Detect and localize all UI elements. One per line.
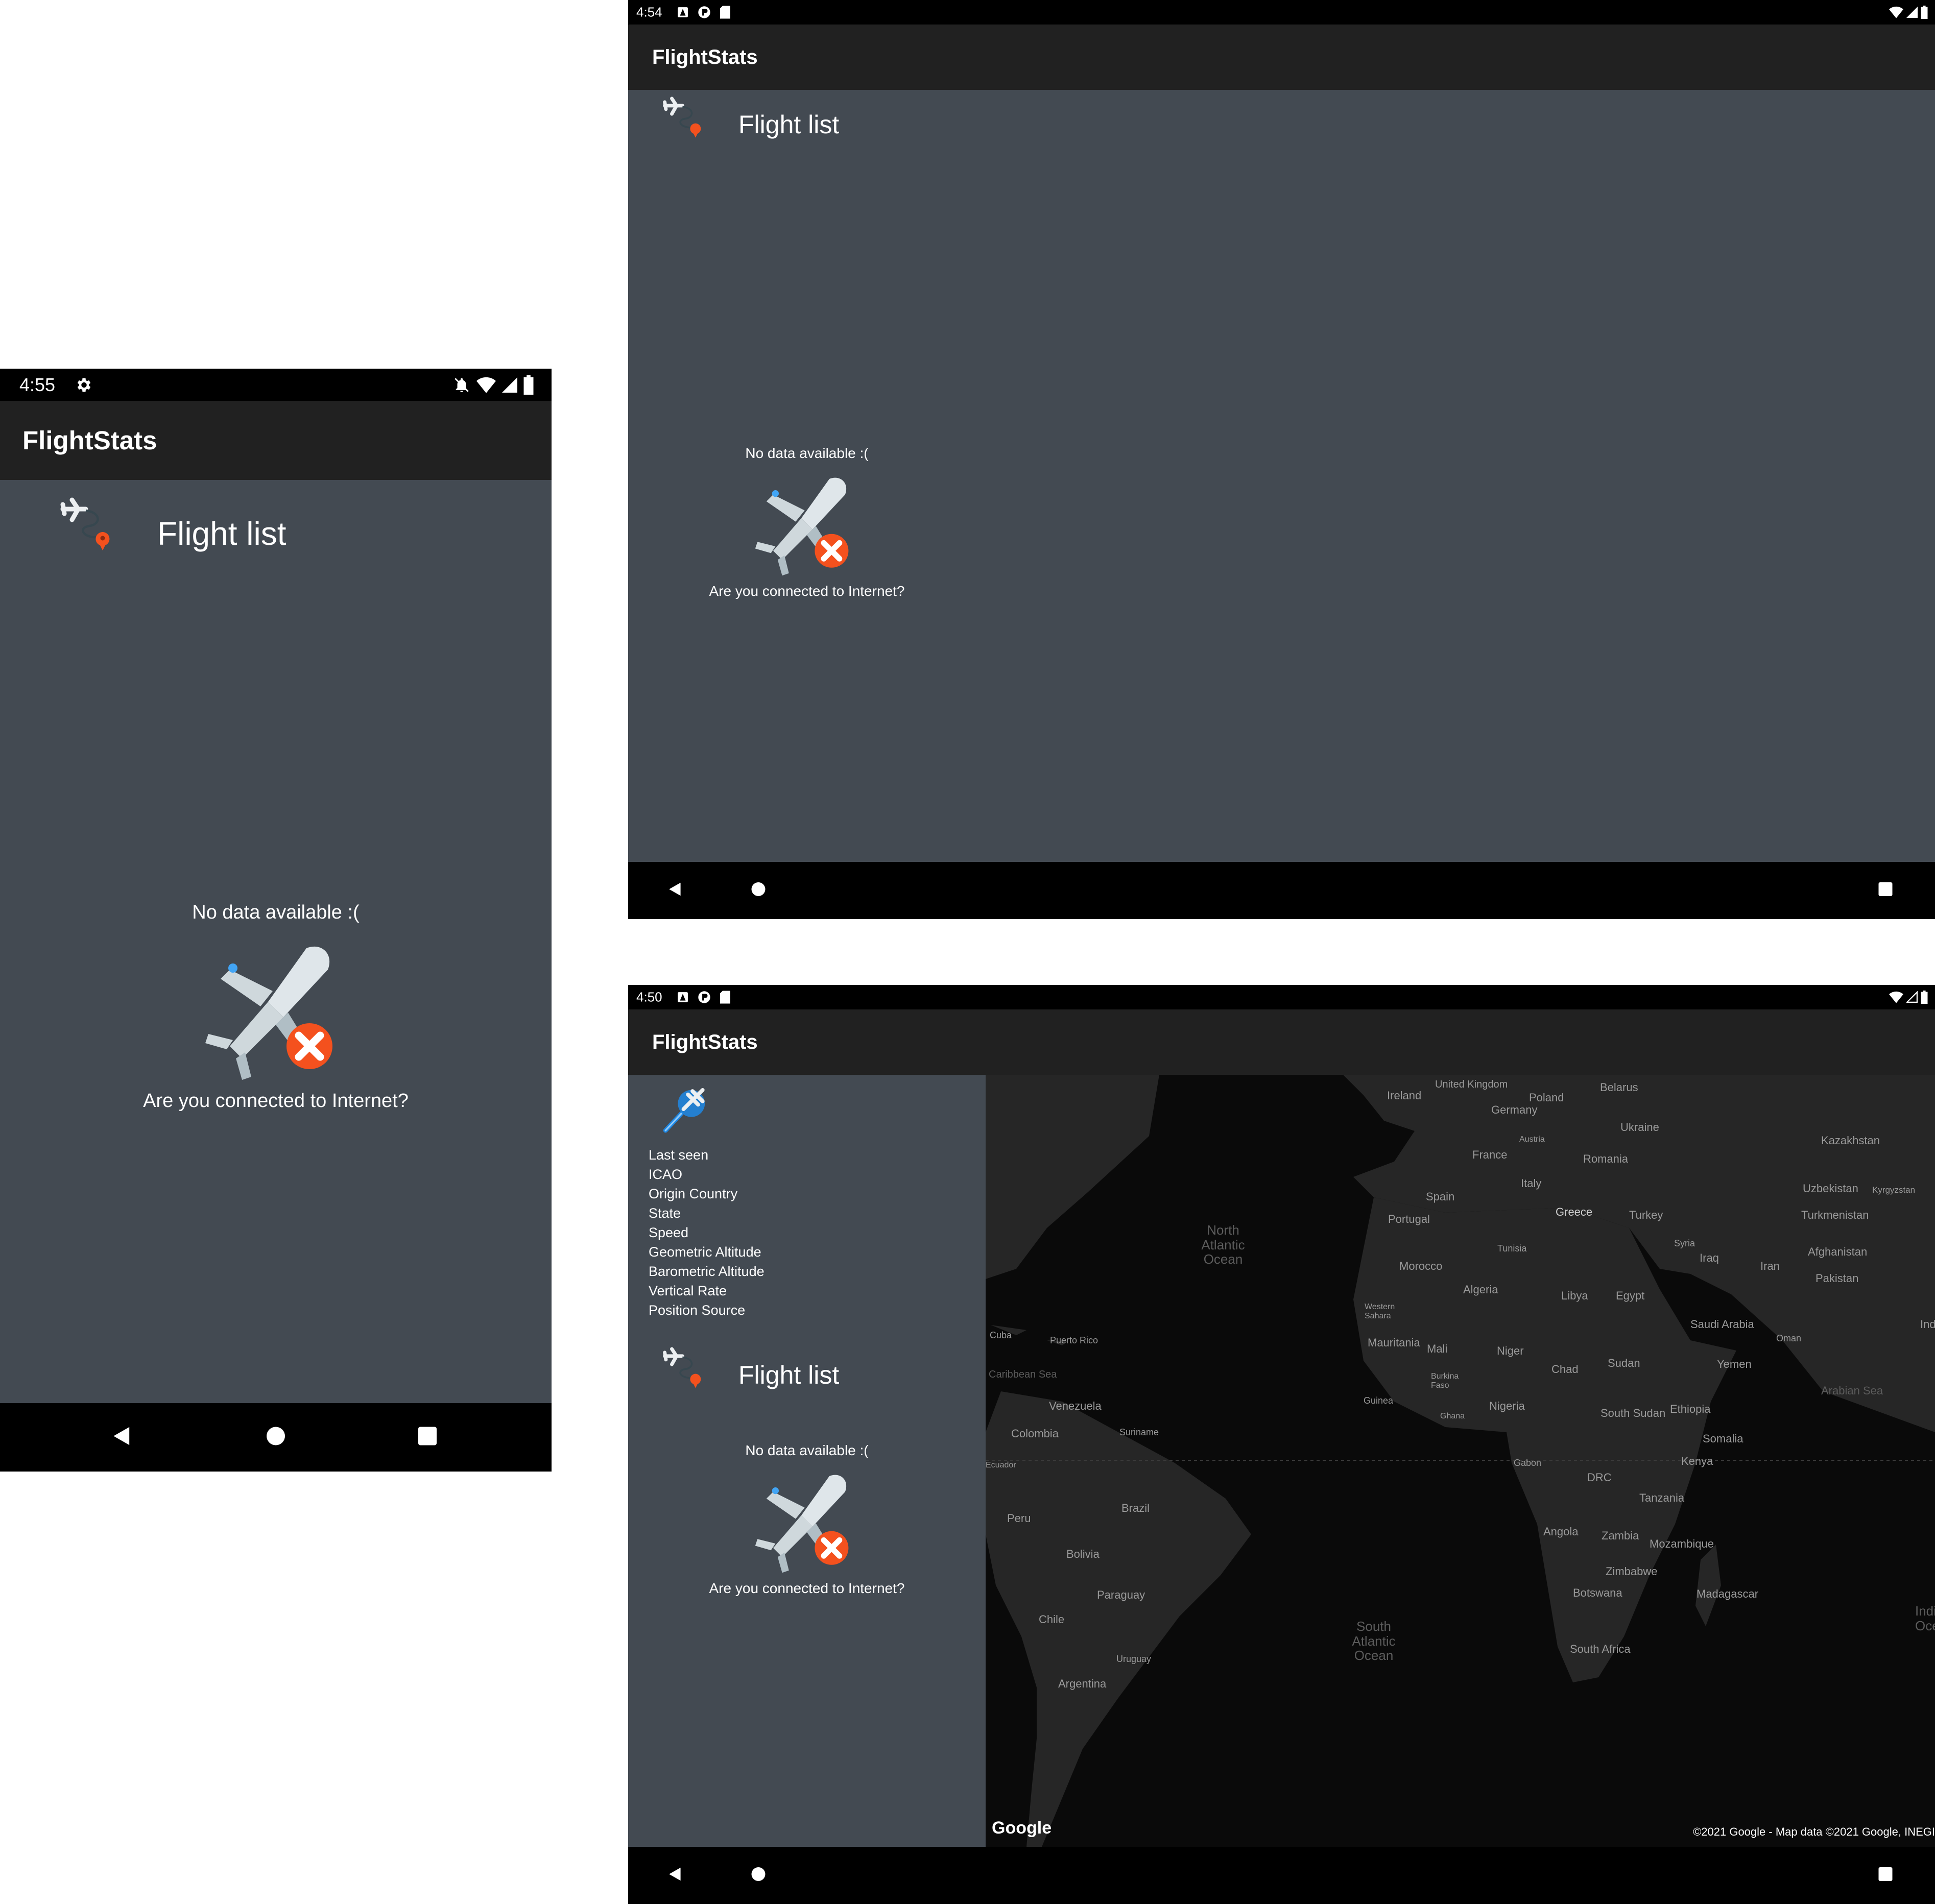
status-icons bbox=[453, 375, 534, 395]
field-geometric-altitude: Geometric Altitude bbox=[649, 1244, 761, 1260]
field-last-seen: Last seen bbox=[649, 1147, 709, 1163]
back-button[interactable] bbox=[667, 1866, 684, 1885]
notification-icons bbox=[677, 991, 730, 1004]
app-notification-icon bbox=[698, 991, 710, 1003]
flight-list-header: Flight list bbox=[55, 495, 286, 572]
app-notification-icon bbox=[678, 992, 688, 1002]
navigation-bar bbox=[628, 862, 1935, 919]
signal-icon bbox=[502, 377, 517, 393]
header-title: Flight list bbox=[738, 1361, 840, 1389]
plane-error-icon bbox=[751, 468, 863, 580]
navigation-bar bbox=[0, 1403, 552, 1472]
app-notification-icon bbox=[678, 7, 688, 17]
phone-screen: 4:55 FlightStats Flight list No data ava… bbox=[0, 369, 552, 1472]
no-data-message: No data available :( bbox=[745, 1442, 869, 1458]
empty-state: No data available :( Are you connected t… bbox=[679, 445, 935, 599]
tablet-screen-bottom: 4:50 FlightStats Last seen ICAO Origin C… bbox=[628, 985, 1935, 1904]
status-time: 4:54 bbox=[636, 4, 662, 20]
field-speed: Speed bbox=[649, 1225, 689, 1240]
plane-error-icon bbox=[199, 933, 352, 1086]
map-landmass bbox=[986, 1075, 1935, 1847]
field-position-source: Position Source bbox=[649, 1303, 746, 1318]
detail-panel: Last seen ICAO Origin Country State Spee… bbox=[628, 1075, 986, 1847]
field-vertical-rate: Vertical Rate bbox=[649, 1283, 727, 1298]
app-notification-icon bbox=[698, 6, 710, 18]
wifi-icon bbox=[476, 377, 496, 393]
field-icao: ICAO bbox=[649, 1167, 683, 1182]
header-title: Flight list bbox=[738, 110, 840, 139]
status-bar: 4:50 bbox=[628, 985, 1935, 1009]
no-data-message: No data available :( bbox=[192, 902, 360, 923]
app-title: FlightStats bbox=[652, 45, 758, 68]
wifi-icon bbox=[1889, 6, 1903, 18]
content-area: Flight list No data available :( Are you… bbox=[628, 90, 1935, 862]
recents-button[interactable] bbox=[1878, 882, 1893, 900]
recents-button[interactable] bbox=[1878, 1867, 1893, 1885]
flight-route-icon bbox=[659, 95, 718, 154]
sd-card-icon bbox=[720, 6, 730, 19]
status-icons bbox=[1889, 6, 1928, 19]
home-button[interactable] bbox=[266, 1426, 286, 1449]
status-bar: 4:55 bbox=[0, 369, 552, 401]
app-title: FlightStats bbox=[22, 426, 157, 455]
status-bar: 4:54 bbox=[628, 0, 1935, 25]
status-time: 4:50 bbox=[636, 989, 662, 1005]
connection-hint: Are you connected to Internet? bbox=[709, 583, 905, 599]
world-map[interactable] bbox=[986, 1075, 1935, 1847]
navigation-bar bbox=[628, 1847, 1935, 1904]
battery-icon bbox=[1921, 991, 1928, 1004]
flight-list-header: Flight list bbox=[659, 1345, 839, 1405]
app-bar: FlightStats bbox=[0, 401, 552, 480]
home-button[interactable] bbox=[751, 1867, 766, 1885]
field-barometric-altitude: Barometric Altitude bbox=[649, 1264, 765, 1279]
back-button[interactable] bbox=[111, 1425, 134, 1450]
field-origin-country: Origin Country bbox=[649, 1186, 738, 1201]
notifications-off-icon bbox=[455, 377, 469, 392]
battery-icon bbox=[523, 375, 534, 395]
app-bar: FlightStats bbox=[628, 1009, 1935, 1075]
back-button[interactable] bbox=[667, 881, 684, 900]
header-title: Flight list bbox=[157, 515, 286, 552]
no-data-message: No data available :( bbox=[745, 445, 869, 461]
flight-route-icon bbox=[659, 1345, 718, 1405]
empty-state: No data available :( Are you connected t… bbox=[0, 902, 552, 1112]
empty-state: No data available :( Are you connected t… bbox=[679, 1442, 935, 1597]
connection-hint: Are you connected to Internet? bbox=[143, 1090, 409, 1112]
plane-error-icon bbox=[751, 1465, 863, 1577]
notification-icons bbox=[677, 6, 730, 19]
flight-list-header: Flight list bbox=[659, 95, 839, 154]
status-icons bbox=[1889, 991, 1928, 1004]
battery-icon bbox=[1921, 6, 1928, 19]
status-time: 4:55 bbox=[19, 374, 56, 395]
signal-outline-icon bbox=[1906, 991, 1918, 1003]
sd-card-icon bbox=[720, 991, 730, 1004]
settings-icon bbox=[74, 376, 92, 394]
app-bar: FlightStats bbox=[628, 25, 1935, 90]
signal-icon bbox=[1906, 7, 1918, 18]
home-button[interactable] bbox=[751, 882, 766, 900]
tablet-screen-top: 4:54 FlightStats Flight list No data ava… bbox=[628, 0, 1935, 919]
flight-route-icon bbox=[55, 495, 132, 572]
flight-detail-fields: Last seen ICAO Origin Country State Spee… bbox=[649, 1145, 765, 1320]
flight-search-icon bbox=[659, 1080, 715, 1136]
app-title: FlightStats bbox=[652, 1030, 758, 1053]
connection-hint: Are you connected to Internet? bbox=[709, 1580, 905, 1596]
recents-button[interactable] bbox=[417, 1426, 438, 1449]
content-area: Flight list No data available :( Are you… bbox=[0, 480, 552, 1403]
wifi-icon bbox=[1889, 991, 1903, 1003]
field-state: State bbox=[649, 1206, 681, 1221]
